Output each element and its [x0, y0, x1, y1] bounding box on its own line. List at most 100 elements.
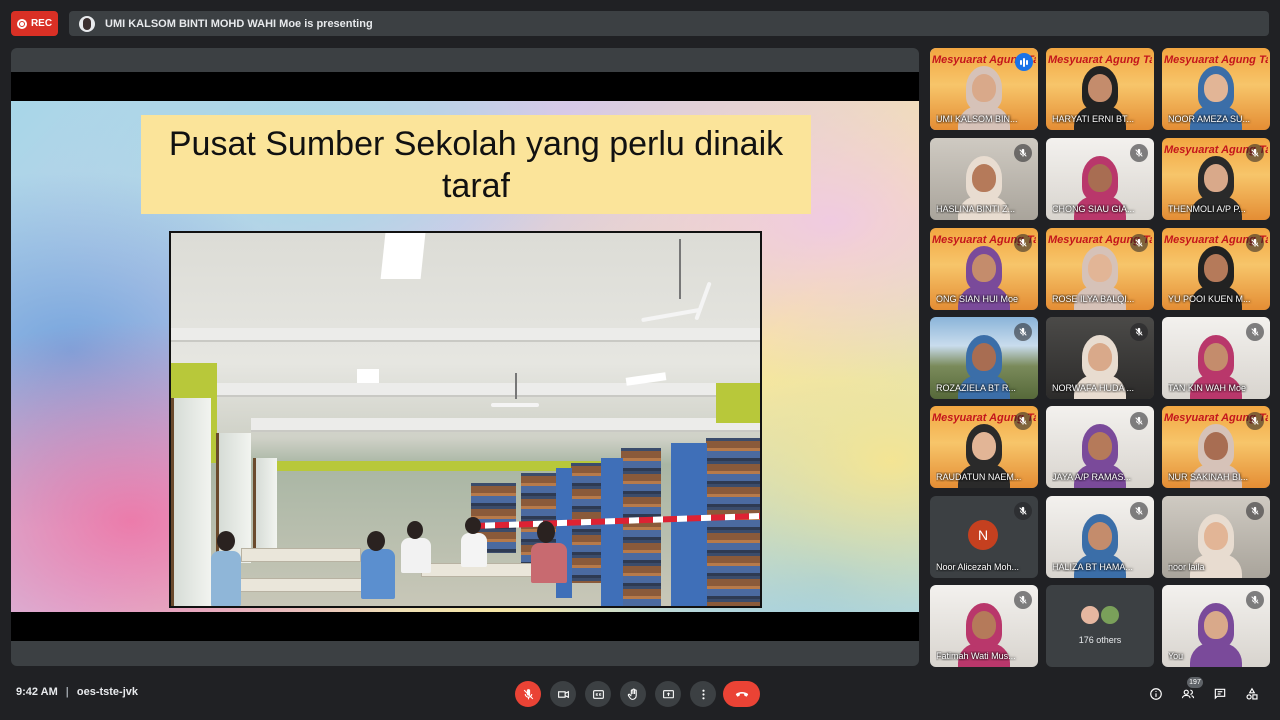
participant-name: HARYATI ERNI BT...: [1052, 114, 1135, 124]
record-icon: [16, 18, 27, 29]
participant-name: HALIZA BT HAMA...: [1052, 562, 1133, 572]
mic-off-icon: [523, 688, 533, 699]
participant-tile[interactable]: 176 others: [1046, 585, 1154, 667]
participant-tile[interactable]: Mesyuarat Agung TahunUMI KALSOM BIN...: [930, 48, 1038, 130]
participant-tile[interactable]: TAN KIN WAH Moe: [1162, 317, 1270, 399]
participant-tile[interactable]: Mesyuarat Agung Tahun NOOR AMEZA SU...: [1162, 48, 1270, 130]
participant-face: [1088, 164, 1112, 192]
chat-button[interactable]: [1209, 683, 1231, 705]
present-now-button[interactable]: [655, 681, 681, 707]
chat-icon: [1214, 688, 1226, 700]
participant-tile[interactable]: JAYA A/P RAMAS...: [1046, 406, 1154, 488]
info-icon: [1150, 688, 1162, 700]
mic-off-icon: [1014, 323, 1032, 341]
participant-face: [972, 343, 996, 371]
participant-tile[interactable]: You: [1162, 585, 1270, 667]
participant-tile[interactable]: ROZAZIELA BT R...: [930, 317, 1038, 399]
mic-off-icon: [1246, 412, 1264, 430]
participant-tile[interactable]: Fatimah Wati Mus...: [930, 585, 1038, 667]
window: [253, 458, 277, 548]
participant-face: [972, 611, 996, 639]
presentation-stage[interactable]: Pusat Sumber Sekolah yang perlu dinaik t…: [11, 48, 919, 666]
raise-hand-button[interactable]: [620, 681, 646, 707]
letterbox-bottom: [11, 612, 919, 641]
ceiling-fan-blade: [491, 403, 539, 407]
participant-tile[interactable]: Mesyuarat Agung TahunTHENMOLI A/P P...: [1162, 138, 1270, 220]
mic-off-icon: [1130, 412, 1148, 430]
leave-call-button[interactable]: [723, 681, 760, 707]
bookshelf-end: [601, 458, 623, 606]
mic-off-icon: [1014, 412, 1032, 430]
participant-name: ROZAZIELA BT R...: [936, 383, 1016, 393]
mic-off-icon: [1014, 144, 1032, 162]
participant-tile[interactable]: Mesyuarat Agung Tahun HARYATI ERNI BT...: [1046, 48, 1154, 130]
bookshelf: [706, 438, 760, 606]
participant-tile[interactable]: Mesyuarat Agung TahunNUR SAKINAH BI...: [1162, 406, 1270, 488]
activities-icon: [1246, 687, 1258, 700]
participant-tile[interactable]: Mesyuarat Agung TahunROSE ILYA BALQI...: [1046, 228, 1154, 310]
participant-name: NUR SAKINAH BI...: [1168, 472, 1249, 482]
student-head: [367, 531, 385, 551]
participant-tile[interactable]: CHONG SIAU GIA...: [1046, 138, 1154, 220]
participant-name: Fatimah Wati Mus...: [936, 651, 1016, 661]
participant-name: CHONG SIAU GIA...: [1052, 204, 1135, 214]
participant-tile[interactable]: Mesyuarat Agung TahunYU POOI KUEN M...: [1162, 228, 1270, 310]
participant-tile[interactable]: noor laila: [1162, 496, 1270, 578]
meeting-time: 9:42 AM: [16, 686, 58, 698]
participant-name: RAUDATUN NAEM...: [936, 472, 1022, 482]
presenter-text: UMI KALSOM BINTI MOHD WAHI Moe is presen…: [105, 17, 373, 30]
ceiling-light: [357, 369, 379, 383]
captions-button[interactable]: [585, 681, 611, 707]
participant-name: YU POOI KUEN M...: [1168, 294, 1251, 304]
present-icon: [662, 689, 674, 698]
participant-face: [1204, 432, 1228, 460]
meeting-info-button[interactable]: [1145, 683, 1167, 705]
people-count-badge: 197: [1187, 677, 1203, 688]
banner-text: Mesyuarat Agung Tahun: [1048, 54, 1152, 66]
participant-face: [1204, 611, 1228, 639]
teacher: [531, 543, 567, 583]
mic-off-icon: [1246, 502, 1264, 520]
mic-off-icon: [1130, 323, 1148, 341]
slide: Pusat Sumber Sekolah yang perlu dinaik t…: [11, 101, 919, 612]
participant-tile[interactable]: Mesyuarat Agung TahunRAUDATUN NAEM...: [930, 406, 1038, 488]
separator: |: [65, 686, 69, 698]
camera-toggle-button[interactable]: [550, 681, 576, 707]
more-options-button[interactable]: [690, 681, 716, 707]
ceiling-beam: [251, 418, 760, 432]
student: [401, 538, 431, 573]
library-table: [241, 548, 361, 562]
participant-face: [1088, 343, 1112, 371]
ceiling-fan: [679, 239, 681, 299]
participant-face: [1088, 432, 1112, 460]
mic-toggle-button[interactable]: [515, 681, 541, 707]
ceiling-fan: [515, 373, 517, 399]
presenter-bar[interactable]: UMI KALSOM BINTI MOHD WAHI Moe is presen…: [69, 11, 1269, 36]
top-bar: REC UMI KALSOM BINTI MOHD WAHI Moe is pr…: [0, 0, 1280, 46]
participant-tile[interactable]: N Noor Alicezah Moh...: [930, 496, 1038, 578]
ceiling-light: [380, 233, 426, 279]
participant-name: THENMOLI A/P P...: [1168, 204, 1246, 214]
participant-tile[interactable]: HASLINA BINTI Z...: [930, 138, 1038, 220]
participant-name: TAN KIN WAH Moe: [1168, 383, 1247, 393]
participant-face: [972, 254, 996, 282]
activities-button[interactable]: [1241, 683, 1263, 705]
participant-tile[interactable]: HALIZA BT HAMA...: [1046, 496, 1154, 578]
ceiling-fan-blade: [641, 307, 701, 323]
mic-off-icon: [1130, 502, 1148, 520]
participant-tile[interactable]: Mesyuarat Agung TahunONG SIAN HUI Moe: [930, 228, 1038, 310]
mic-off-icon: [1246, 234, 1264, 252]
participant-name: HASLINA BINTI Z...: [936, 204, 1016, 214]
recording-indicator: REC: [11, 11, 58, 36]
participant-tile[interactable]: NORWAFA HUDA ...: [1046, 317, 1154, 399]
participant-face: [972, 432, 996, 460]
people-button[interactable]: 197: [1177, 677, 1203, 705]
meeting-details[interactable]: 9:42 AM | oes-tste-jvk: [16, 686, 138, 698]
meeting-code: oes-tste-jvk: [76, 686, 138, 698]
avatar: [1080, 605, 1100, 625]
participant-name: noor laila: [1168, 562, 1205, 572]
participant-face: [1204, 522, 1228, 550]
mic-off-icon: [1014, 591, 1032, 609]
mic-off-icon: [1246, 591, 1264, 609]
captions-icon: [592, 689, 604, 699]
